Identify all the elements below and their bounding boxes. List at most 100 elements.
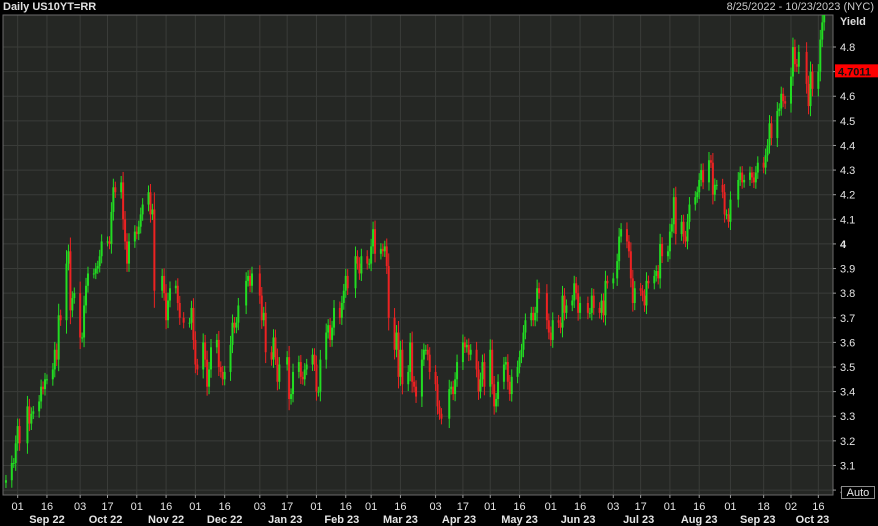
candle-body (518, 357, 521, 367)
candle-body (448, 389, 451, 419)
candle-body (502, 364, 505, 382)
y-tick-label: 3.2 (840, 436, 855, 448)
candle-body (565, 305, 568, 313)
y-tick-label: 3.1 (840, 460, 855, 472)
candle-body (340, 303, 343, 318)
candle-body (260, 295, 263, 321)
x-tick-label: 17 (457, 501, 469, 513)
candle-body (249, 275, 252, 286)
candle-body (94, 268, 97, 274)
candle-body (557, 320, 560, 323)
candle-body (752, 177, 755, 183)
candle-body (489, 349, 492, 387)
y-tick-label: 3.7 (840, 313, 855, 325)
candle-body (633, 288, 636, 303)
candle-body (764, 155, 767, 168)
candle-body (83, 305, 86, 338)
candle-body (655, 271, 658, 276)
x-tick-label: 01 (545, 501, 557, 513)
candle-body (319, 359, 322, 392)
candle-body (301, 376, 304, 380)
candle-body (96, 266, 99, 269)
candle-body (45, 379, 48, 381)
candle-body (176, 285, 179, 303)
candle-body (590, 295, 593, 313)
x-tick-label: 17 (101, 501, 113, 513)
candle-body (165, 293, 168, 321)
candle-body (219, 367, 222, 372)
candle-body (399, 349, 402, 377)
candle-body (807, 83, 810, 107)
candle-body (754, 172, 757, 183)
candle-body (625, 229, 628, 242)
y-tick-label: 4 (840, 239, 847, 251)
candle-body (299, 362, 302, 377)
candle-body (600, 300, 603, 313)
candle-body (190, 307, 193, 323)
candle-body (776, 111, 779, 139)
y-tick-label: 3.5 (840, 362, 855, 374)
candle-body (329, 325, 332, 340)
candle-body (516, 367, 519, 377)
candle-body (483, 362, 486, 387)
candle-body (709, 160, 712, 163)
candle-body (538, 288, 541, 294)
candle-body (26, 406, 29, 444)
candle-body (270, 352, 273, 360)
candle-body (645, 280, 648, 306)
candle-body (344, 275, 347, 291)
y-tick-label: 3.6 (840, 337, 855, 349)
x-tick-label: 02 (785, 501, 797, 513)
x-tick-label: 01 (131, 501, 143, 513)
y-tick-label: 3.3 (840, 411, 855, 423)
candle-body (237, 305, 240, 323)
candle-body (598, 307, 601, 313)
candle-body (481, 362, 484, 380)
candle-body (153, 209, 156, 291)
candle-body (428, 354, 431, 372)
month-label: Apr 23 (442, 514, 476, 526)
candle-body (372, 229, 375, 247)
candle-body (510, 376, 513, 395)
candle-body (727, 214, 730, 222)
candle-body (229, 344, 232, 372)
y-tick-label: 4.3 (840, 165, 855, 177)
candle-body (729, 199, 732, 222)
candle-body (235, 322, 238, 328)
candle-body (278, 364, 281, 382)
candle-body (305, 364, 308, 370)
candle-body (18, 426, 21, 444)
candle-body (42, 386, 45, 390)
candle-body (67, 251, 70, 264)
candle-body (262, 312, 265, 321)
y-tick-label: 4.5 (840, 116, 855, 128)
y-tick-label: 3.9 (840, 264, 855, 276)
candle-body (122, 182, 125, 220)
x-tick-label: 01 (664, 501, 676, 513)
candle-body (780, 93, 783, 109)
y-tick-label: 4.8 (840, 42, 855, 54)
candle-body (313, 354, 316, 365)
x-tick-label: 01 (12, 501, 24, 513)
candle-body (504, 362, 507, 365)
candle-body (721, 184, 724, 193)
candle-body (127, 241, 130, 264)
candle-body (723, 192, 726, 215)
candle-body (149, 192, 152, 215)
candle-body (770, 123, 773, 139)
candle-body (479, 379, 482, 392)
candle-body (206, 359, 209, 387)
candle-body (434, 371, 437, 385)
candle-body (715, 184, 718, 186)
auto-scale-button[interactable]: Auto (841, 486, 875, 499)
candle-body (422, 349, 425, 360)
candle-body (698, 179, 701, 193)
candle-body (112, 187, 115, 212)
candle-body (167, 300, 170, 321)
candle-body (139, 214, 142, 227)
candle-body (469, 349, 472, 355)
candle-body (114, 187, 117, 193)
candlestick-chart[interactable]: 33.13.23.33.43.53.63.73.83.944.14.24.34.… (0, 0, 878, 526)
candle-body (684, 236, 687, 242)
candle-body (55, 349, 58, 360)
